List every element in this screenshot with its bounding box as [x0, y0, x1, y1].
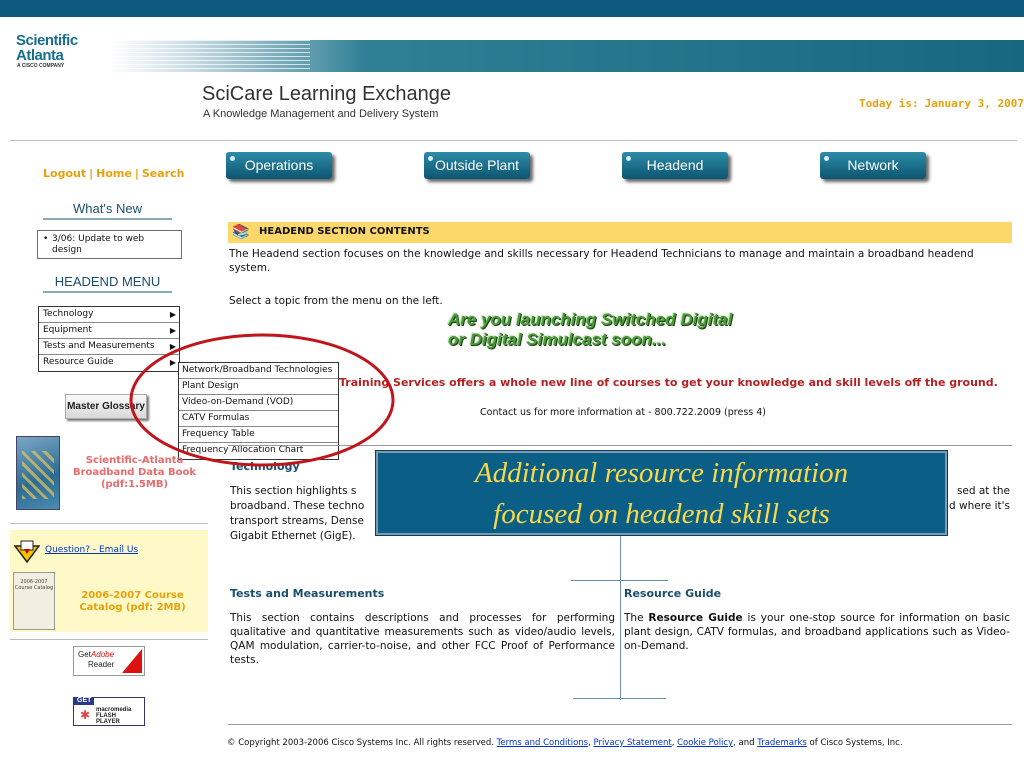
nav-operations-button[interactable]: Operations [226, 152, 332, 179]
flash-line-3: PLAYER [96, 719, 120, 725]
cookie-policy-link[interactable]: Cookie Policy [677, 738, 733, 748]
course-catalog-cover[interactable]: 2006-2007 Course Catalog [13, 572, 55, 630]
header-divider [10, 140, 1017, 141]
email-icon[interactable] [14, 540, 40, 564]
resource-text-bold: Resource Guide [648, 612, 743, 624]
whats-new-item[interactable]: 3/06: Update to web design [37, 230, 182, 259]
get-flash-player-button[interactable]: GET ✱ macromedia FLASH PLAYER [73, 697, 145, 726]
callout-line-1: Additional resource information [474, 457, 849, 489]
app-subtitle: A Knowledge Management and Delivery Syst… [203, 108, 439, 120]
privacy-link[interactable]: Privacy Statement [594, 738, 672, 748]
adobe-logo-icon [122, 649, 142, 673]
footer-divider [228, 724, 1012, 725]
logo-line-2: Atlanta [16, 47, 64, 64]
logo-line-1: Scientific [16, 32, 78, 49]
section-title: HEADEND SECTION CONTENTS [259, 226, 430, 237]
flash-logo-icon: ✱ [80, 708, 91, 722]
technology-text-1: This section highlights s [230, 485, 357, 497]
footer-and: , and [733, 738, 758, 748]
menu-item-label: Technology [43, 309, 94, 319]
resource-guide-text: The Resource Guide is your one-stop sour… [624, 611, 1010, 653]
databook-cover-image[interactable] [16, 436, 60, 510]
tests-text: This section contains descriptions and p… [230, 612, 615, 666]
today-value: January 3, 2007 [924, 97, 1024, 110]
menu-item-label: Equipment [43, 325, 92, 335]
adobe-reader: Reader [88, 660, 115, 669]
today-date: Today is: January 3, 2007 [859, 97, 1024, 110]
menu-item-label: Resource Guide [43, 357, 114, 367]
nav-outside-plant-button[interactable]: Outside Plant [424, 152, 530, 179]
promo-line-2: or Digital Simulcast soon... [448, 330, 667, 349]
left-divider [10, 523, 208, 524]
annotation-callout-text: Additional resource information focused … [376, 453, 947, 535]
highlight-oval [129, 333, 395, 467]
copyright-text: © Copyright 2003-2006 Cisco Systems Inc.… [227, 738, 494, 748]
technology-text-right-1: sed at the [956, 485, 1010, 497]
menu-item-technology[interactable]: Technology ▶ [39, 307, 179, 323]
column-divider [620, 525, 621, 700]
promo-offer-text: Training Services offers a whole new lin… [339, 376, 998, 389]
select-topic-text: Select a topic from the menu on the left… [229, 295, 443, 307]
column-divider-bottom [573, 698, 666, 699]
arrow-right-icon: ▶ [169, 310, 176, 319]
nav-network-button[interactable]: Network [820, 152, 926, 179]
footer-suffix: of Cisco Systems, Inc. [806, 738, 903, 748]
contact-text: Contact us for more information at - 800… [480, 407, 766, 418]
header-stripe-lines [110, 40, 310, 72]
logo-subtitle: A CISCO COMPANY [17, 63, 65, 69]
technology-text-2: broadband. These techno [230, 500, 365, 512]
nav-headend-button[interactable]: Headend [622, 152, 728, 179]
adobe-get: Get [78, 650, 91, 659]
section-intro: The Headend section focuses on the knowl… [229, 248, 974, 274]
whats-new-heading: What's New [43, 201, 172, 220]
tests-heading[interactable]: Tests and Measurements [230, 587, 384, 600]
footer: © Copyright 2003-2006 Cisco Systems Inc.… [227, 738, 903, 748]
flash-get-label: GET [74, 697, 95, 705]
flash-text: macromedia FLASH PLAYER [96, 707, 131, 725]
get-adobe-reader-button[interactable]: GetAdobe Reader [73, 646, 145, 676]
home-link[interactable]: Home [96, 167, 132, 180]
top-bar [0, 0, 1024, 17]
left-divider [10, 639, 208, 640]
terms-link[interactable]: Terms and Conditions [497, 738, 588, 748]
company-logo[interactable]: Scientific Atlanta [16, 33, 78, 63]
app-title: SciCare Learning Exchange [202, 83, 452, 105]
book-icon: 📚 [232, 224, 250, 240]
promo-line-1: Are you launching Switched Digital [448, 310, 733, 329]
column-divider-top [571, 580, 668, 581]
resource-text-pre: The [624, 612, 649, 624]
headend-menu-heading: HEADEND MENU [43, 274, 172, 293]
resource-guide-heading[interactable]: Resource Guide [624, 587, 721, 600]
question-email-link[interactable]: Question? - Email Us [45, 545, 138, 555]
search-link[interactable]: Search [142, 167, 185, 180]
today-label: Today is: [859, 97, 919, 110]
technology-text-right-2: d where it's [949, 500, 1010, 512]
callout-line-2: focused on headend skill sets [493, 498, 830, 530]
top-links: Logout | Home | Search [43, 167, 185, 180]
course-catalog-link[interactable]: 2006-2007 Course Catalog (pdf: 2MB) [60, 590, 205, 614]
trademarks-link[interactable]: Trademarks [757, 738, 807, 748]
promo-banner[interactable]: Are you launching Switched Digital or Di… [448, 310, 732, 350]
logout-link[interactable]: Logout [43, 167, 86, 180]
adobe-name: Adobe [90, 650, 115, 659]
